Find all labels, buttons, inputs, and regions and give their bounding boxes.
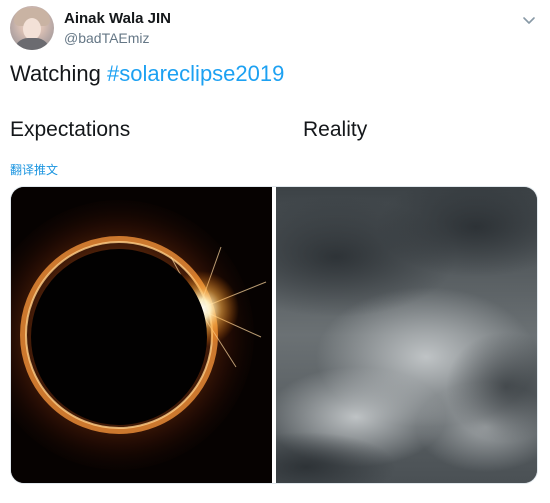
tweet-text: Watching #solareclipse2019	[10, 61, 284, 87]
display-name[interactable]: Ainak Wala JIN	[64, 10, 171, 27]
label-reality: Reality	[303, 118, 368, 141]
chevron-down-icon[interactable]	[520, 11, 538, 29]
label-expectations: Expectations	[10, 118, 131, 141]
media-grid	[10, 186, 538, 484]
user-handle[interactable]: @badTAEmiz	[64, 30, 150, 46]
eclipse-photo[interactable]	[11, 187, 272, 483]
avatar-shirt	[14, 38, 50, 50]
translate-tweet-link[interactable]: 翻译推文	[10, 161, 58, 178]
clouds-photo[interactable]	[276, 187, 537, 483]
avatar[interactable]	[10, 6, 54, 50]
tweet-text-prefix: Watching	[10, 61, 108, 86]
avatar-face	[23, 18, 41, 40]
hashtag-link[interactable]: #solareclipse2019	[107, 61, 284, 86]
